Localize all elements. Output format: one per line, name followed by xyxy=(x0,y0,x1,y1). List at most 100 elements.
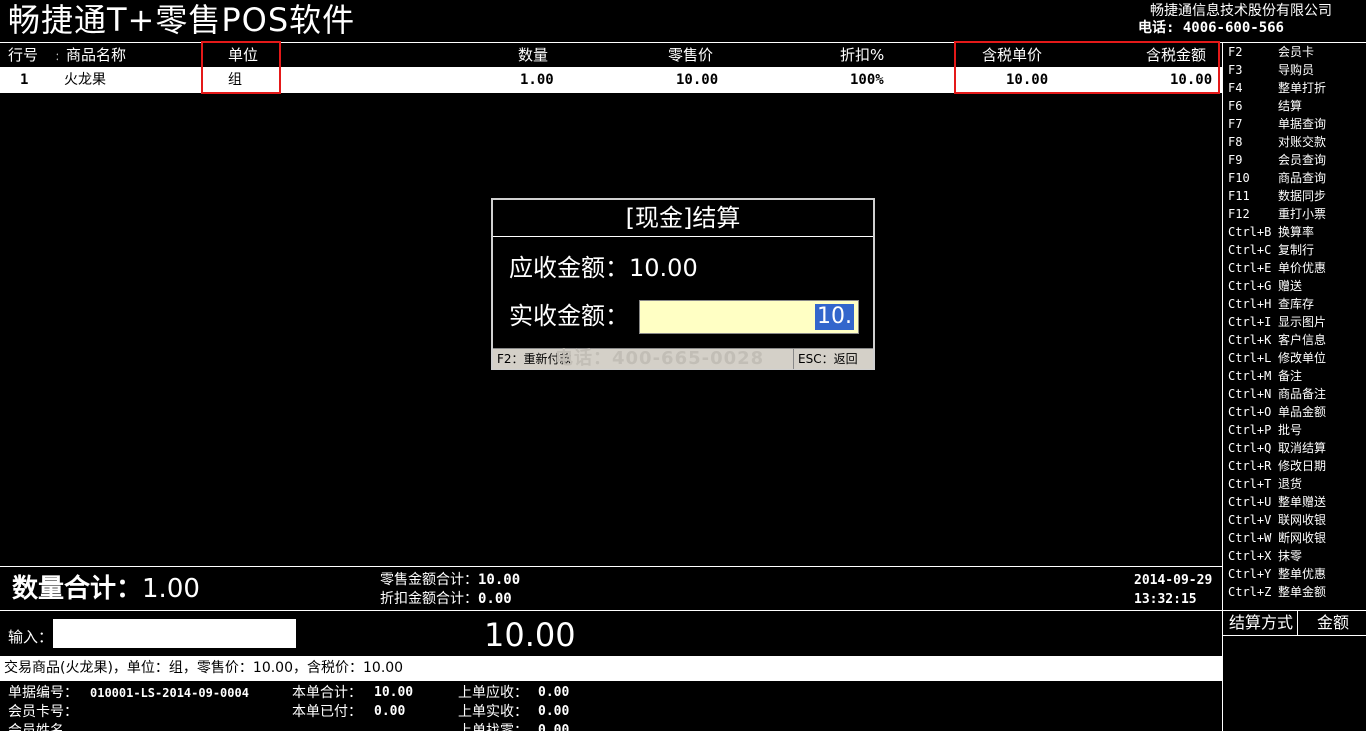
shortcut-key: Ctrl+V xyxy=(1228,513,1272,527)
shortcut-label: 数据同步 xyxy=(1278,189,1327,203)
shortcut-label: 整单优惠 xyxy=(1278,567,1327,581)
bill-no-label: 单据编号： xyxy=(8,685,78,701)
shortcut-key: Ctrl+Q xyxy=(1228,441,1272,455)
member-card-label: 会员卡号： xyxy=(8,704,78,720)
shortcut-key: F3 xyxy=(1228,63,1243,77)
shortcut-item[interactable]: Ctrl+L 修改单位 xyxy=(1228,349,1326,367)
last-due-value: 0.00 xyxy=(538,685,570,700)
bill-info-panel: 单据编号： 010001-LS-2014-09-0004 会员卡号： 会员姓名 … xyxy=(0,680,1222,731)
shortcut-label: 对账交款 xyxy=(1278,135,1327,149)
shortcut-key: Ctrl+I xyxy=(1228,315,1272,329)
input-bar: 输入： 10.00 xyxy=(0,610,1222,657)
shortcut-item[interactable]: Ctrl+E 单价优惠 xyxy=(1228,259,1326,277)
shortcut-item[interactable]: F8 对账交款 xyxy=(1228,133,1326,151)
shortcut-key: Ctrl+X xyxy=(1228,549,1272,563)
shortcut-key: F2 xyxy=(1228,45,1243,59)
shortcut-key: F11 xyxy=(1228,189,1250,203)
amount-paid-value: 10. xyxy=(815,304,854,330)
shortcut-item[interactable]: F9 会员查询 xyxy=(1228,151,1326,169)
shortcut-item[interactable]: Ctrl+O 单品金额 xyxy=(1228,403,1326,421)
shortcut-item[interactable]: Ctrl+U 整单赠送 xyxy=(1228,493,1326,511)
shortcut-key: Ctrl+P xyxy=(1228,423,1272,437)
barcode-input[interactable] xyxy=(53,619,296,648)
tax-columns-highlight xyxy=(954,41,1220,94)
shortcut-item[interactable]: Ctrl+C 复制行 xyxy=(1228,241,1314,259)
shortcut-key: Ctrl+Z xyxy=(1228,585,1272,599)
shortcut-item[interactable]: F12 重打小票 xyxy=(1228,205,1326,223)
shortcut-item[interactable]: Ctrl+Z 整单金额 xyxy=(1228,583,1326,601)
current-time: 13:32:15 xyxy=(1134,592,1197,607)
order-total-label: 本单合计： xyxy=(292,685,362,701)
shortcut-item[interactable]: Ctrl+B 换算率 xyxy=(1228,223,1314,241)
shortcut-label: 修改日期 xyxy=(1278,459,1327,473)
amount-paid-label: 实收金额： xyxy=(509,302,629,330)
shortcut-key: F8 xyxy=(1228,135,1243,149)
shortcut-key: F10 xyxy=(1228,171,1250,185)
shortcut-key: Ctrl+N xyxy=(1228,387,1272,401)
cell-quantity: 1.00 xyxy=(520,72,554,88)
shortcut-item[interactable]: Ctrl+H 查库存 xyxy=(1228,295,1314,313)
retail-total: 零售金额合计：10.00 xyxy=(380,571,520,589)
shortcut-item[interactable]: Ctrl+T 退货 xyxy=(1228,475,1302,493)
col-resize-handle[interactable]: ﹕ xyxy=(50,43,58,67)
amount-due-row: 应收金额：10.00 xyxy=(509,250,698,286)
shortcut-item[interactable]: F10 商品查询 xyxy=(1228,169,1326,187)
shortcut-item[interactable]: Ctrl+Q 取消结算 xyxy=(1228,439,1326,457)
shortcut-key: Ctrl+U xyxy=(1228,495,1272,509)
last-paid-label: 上单实收： xyxy=(458,704,528,720)
shortcut-item[interactable]: F4 整单打折 xyxy=(1228,79,1326,97)
shortcut-label: 结算 xyxy=(1278,99,1303,113)
shortcut-label: 退货 xyxy=(1278,477,1303,491)
shortcut-key: Ctrl+L xyxy=(1228,351,1272,365)
shortcut-label: 取消结算 xyxy=(1278,441,1327,455)
shortcut-key: Ctrl+R xyxy=(1228,459,1272,473)
shortcut-item[interactable]: Ctrl+Y 整单优惠 xyxy=(1228,565,1326,583)
quantity-total: 数量合计：1.00 xyxy=(12,571,200,607)
shortcut-item[interactable]: Ctrl+G 赠送 xyxy=(1228,277,1302,295)
shortcut-label: 查库存 xyxy=(1278,297,1315,311)
cash-settlement-dialog: [现金]结算 应收金额：10.00 实收金额： 10. F2：重新付款 电话：4… xyxy=(491,198,875,370)
discount-total-value: 0.00 xyxy=(478,591,512,607)
discount-total-label: 折扣金额合计： xyxy=(380,591,478,607)
shortcut-key: F7 xyxy=(1228,117,1243,131)
back-hint[interactable]: ESC：返回 xyxy=(793,349,858,369)
shortcut-key: Ctrl+C xyxy=(1228,243,1272,257)
shortcut-item[interactable]: F3 导购员 xyxy=(1228,61,1314,79)
shortcut-key: Ctrl+M xyxy=(1228,369,1272,383)
shortcut-label: 商品查询 xyxy=(1278,171,1327,185)
amount-paid-input[interactable]: 10. xyxy=(639,300,859,334)
shortcut-label: 备注 xyxy=(1278,369,1303,383)
shortcut-key: Ctrl+B xyxy=(1228,225,1272,239)
shortcut-item[interactable]: Ctrl+I 显示图片 xyxy=(1228,313,1326,331)
shortcut-item[interactable]: Ctrl+M 备注 xyxy=(1228,367,1302,385)
app-title: 畅捷通T+零售POS软件 xyxy=(8,1,356,39)
shortcut-item[interactable]: F2 会员卡 xyxy=(1228,43,1314,61)
amount-due-label: 应收金额： xyxy=(509,254,629,282)
shortcut-label: 复制行 xyxy=(1278,243,1315,257)
quantity-total-value: 1.00 xyxy=(142,574,200,604)
shortcut-label: 联网收银 xyxy=(1278,513,1327,527)
order-paid-value: 0.00 xyxy=(374,704,406,719)
shortcut-item[interactable]: F6 结算 xyxy=(1228,97,1302,115)
shortcut-key: Ctrl+Y xyxy=(1228,567,1272,581)
company-phone: 电话: 4006-600-566 xyxy=(1137,20,1284,36)
shortcut-item[interactable]: Ctrl+P 批号 xyxy=(1228,421,1302,439)
order-total-value: 10.00 xyxy=(374,685,414,700)
shortcut-label: 单据查询 xyxy=(1278,117,1327,131)
shortcut-item[interactable]: F11 数据同步 xyxy=(1228,187,1326,205)
shortcut-item[interactable]: F7 单据查询 xyxy=(1228,115,1326,133)
shortcut-label: 换算率 xyxy=(1278,225,1315,239)
shortcut-item[interactable]: Ctrl+R 修改日期 xyxy=(1228,457,1326,475)
shortcut-item[interactable]: Ctrl+N 商品备注 xyxy=(1228,385,1326,403)
shortcut-label: 单价优惠 xyxy=(1278,261,1327,275)
shortcut-item[interactable]: Ctrl+W 断网收银 xyxy=(1228,529,1326,547)
shortcut-label: 客户信息 xyxy=(1278,333,1327,347)
shortcut-item[interactable]: Ctrl+V 联网收银 xyxy=(1228,511,1326,529)
shortcut-key: Ctrl+T xyxy=(1228,477,1272,491)
shortcut-key: Ctrl+O xyxy=(1228,405,1272,419)
cell-retail-price: 10.00 xyxy=(676,72,719,88)
order-paid-label: 本单已付： xyxy=(292,704,362,720)
shortcut-item[interactable]: Ctrl+K 客户信息 xyxy=(1228,331,1326,349)
shortcut-item[interactable]: Ctrl+X 抹零 xyxy=(1228,547,1302,565)
discount-total: 折扣金额合计：0.00 xyxy=(380,590,512,608)
